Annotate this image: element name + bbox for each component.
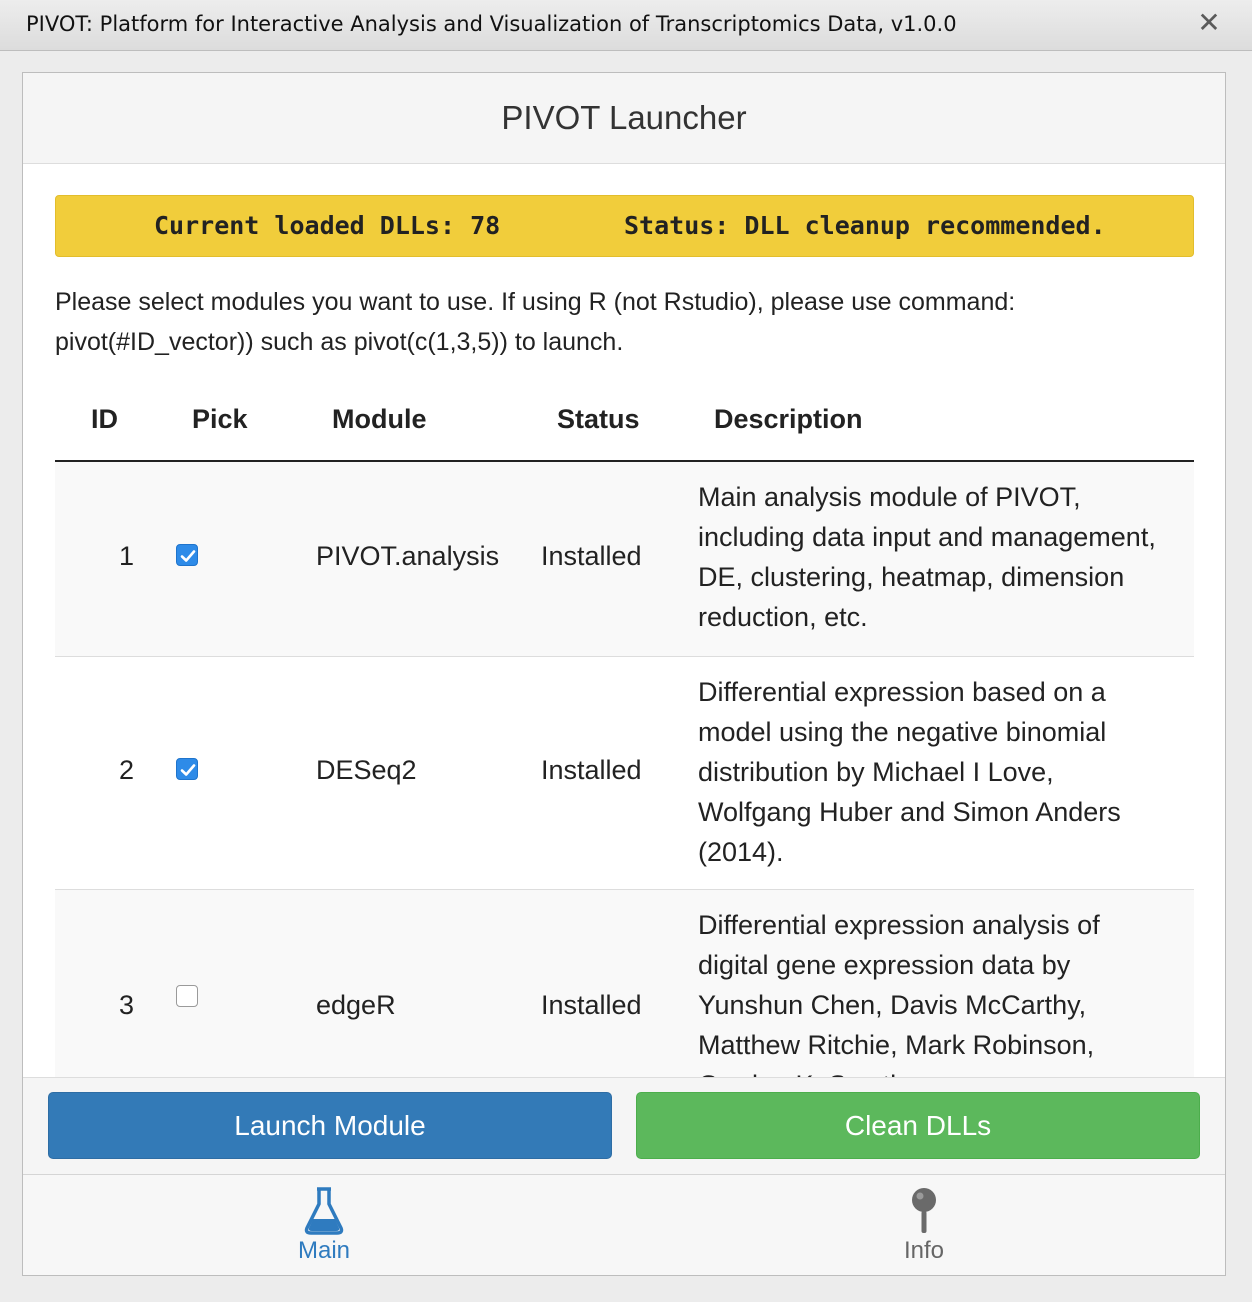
launcher-footer: Launch Module Clean DLLs Main Info bbox=[23, 1077, 1225, 1275]
dll-status-banner: Current loaded DLLs: 78 Status: DLL clea… bbox=[55, 195, 1194, 257]
row-module: PIVOT.analysis bbox=[316, 541, 500, 571]
row-module: DESeq2 bbox=[316, 755, 417, 785]
row-id: 3 bbox=[119, 990, 135, 1020]
pick-checkbox-2[interactable] bbox=[176, 758, 198, 780]
dll-count-text: Current loaded DLLs: 78 bbox=[154, 211, 501, 240]
close-icon[interactable]: ✕ bbox=[1196, 8, 1222, 38]
launcher-window: PIVOT Launcher Current loaded DLLs: 78 S… bbox=[22, 72, 1226, 1276]
row-description: Differential expression based on a model… bbox=[698, 677, 1121, 867]
pick-checkbox-1[interactable] bbox=[176, 544, 198, 566]
checkmark-icon bbox=[180, 550, 196, 562]
tab-main-label: Main bbox=[297, 1237, 351, 1264]
table-header: ID Pick Module Status Description bbox=[55, 386, 1194, 462]
tab-info-label: Info bbox=[903, 1237, 945, 1264]
row-description: Main analysis module of PIVOT, including… bbox=[698, 482, 1156, 632]
column-header-pick: Pick bbox=[192, 404, 248, 434]
main-content[interactable]: Current loaded DLLs: 78 Status: DLL clea… bbox=[23, 164, 1225, 1077]
instructions: Please select modules you want to use. I… bbox=[55, 282, 1195, 362]
instructions-line-1: Please select modules you want to use. I… bbox=[55, 288, 1016, 316]
launch-module-button[interactable]: Launch Module bbox=[48, 1092, 612, 1159]
tab-info[interactable]: Info bbox=[824, 1175, 1024, 1275]
tab-main[interactable]: Main bbox=[224, 1175, 424, 1275]
row-status: Installed bbox=[541, 990, 642, 1020]
table-row: 3 edgeR Installed Differential expressio… bbox=[55, 890, 1194, 1077]
column-header-description: Description bbox=[714, 404, 863, 434]
table-row: 2 DESeq2 Installed Differential expressi… bbox=[55, 657, 1194, 890]
window-titlebar: PIVOT: Platform for Interactive Analysis… bbox=[0, 0, 1252, 51]
instructions-line-2: pivot(#ID_vector)) such as pivot(c(1,3,5… bbox=[55, 328, 624, 356]
column-header-status: Status bbox=[557, 404, 640, 434]
row-module: edgeR bbox=[316, 990, 396, 1020]
dll-status-text: Status: DLL cleanup recommended. bbox=[624, 211, 1106, 240]
column-header-module: Module bbox=[332, 404, 427, 434]
launcher-header: PIVOT Launcher bbox=[23, 73, 1225, 164]
flask-icon bbox=[304, 1187, 344, 1235]
pin-icon bbox=[912, 1188, 936, 1233]
row-status: Installed bbox=[541, 755, 642, 785]
clean-dlls-button[interactable]: Clean DLLs bbox=[636, 1092, 1200, 1159]
row-id: 2 bbox=[119, 755, 135, 785]
row-id: 1 bbox=[119, 541, 135, 571]
bottom-tab-bar: Main Info bbox=[23, 1174, 1225, 1275]
window-title: PIVOT: Platform for Interactive Analysis… bbox=[26, 12, 957, 36]
page-title: PIVOT Launcher bbox=[501, 99, 747, 136]
checkmark-icon bbox=[180, 764, 196, 776]
row-description: Differential expression analysis of digi… bbox=[698, 910, 1100, 1077]
table-row: 1 PIVOT.analysis Installed Main analysis… bbox=[55, 462, 1194, 657]
row-status: Installed bbox=[541, 541, 642, 571]
column-header-id: ID bbox=[91, 404, 118, 434]
pick-checkbox-3[interactable] bbox=[176, 985, 198, 1007]
